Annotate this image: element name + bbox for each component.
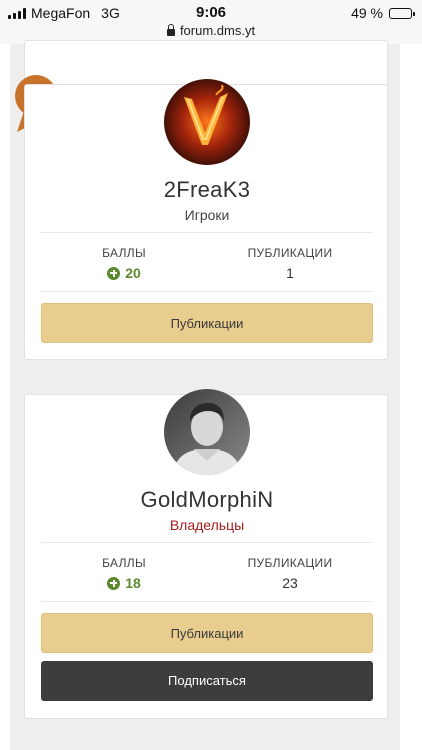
- follow-button[interactable]: Подписаться: [41, 661, 373, 701]
- posts-value: 23: [282, 575, 298, 591]
- posts-value: 1: [286, 265, 294, 281]
- posts-stat: ПУБЛИКАЦИИ 1: [207, 246, 373, 281]
- plus-circle-icon: [107, 266, 121, 280]
- member-group: Игроки: [184, 207, 230, 223]
- avatar[interactable]: [164, 79, 250, 165]
- points-label: БАЛЛЫ: [102, 556, 146, 570]
- divider: [41, 232, 373, 233]
- battery-percent: 49 %: [351, 5, 383, 21]
- posts-label: ПУБЛИКАЦИИ: [247, 556, 333, 570]
- url-text: forum.dms.yt: [179, 23, 256, 38]
- posts-stat: ПУБЛИКАЦИИ 23: [207, 556, 373, 591]
- points-label: БАЛЛЫ: [102, 246, 146, 260]
- address-bar[interactable]: forum.dms.yt: [0, 23, 422, 38]
- member-name[interactable]: 2FreaK3: [25, 177, 389, 203]
- member-card: 2FreaK3 Игроки БАЛЛЫ 20 ПУБЛИКАЦИИ 1 Пуб…: [24, 79, 389, 360]
- points-stat: БАЛЛЫ 18: [41, 556, 207, 593]
- publications-button[interactable]: Публикации: [41, 303, 373, 343]
- status-bar: MegaFon 3G 9:06 forum.dms.yt 49 %: [0, 0, 422, 44]
- scroll-rail: [400, 44, 422, 750]
- member-group: Владельцы: [169, 517, 245, 533]
- divider: [41, 291, 373, 292]
- points-value-wrapper: 18: [107, 575, 141, 591]
- publications-button[interactable]: Публикации: [41, 613, 373, 653]
- battery-info: 49 %: [351, 5, 415, 21]
- points-value: 18: [125, 575, 141, 591]
- divider: [41, 542, 373, 543]
- points-value-wrapper: 20: [107, 265, 141, 281]
- member-card: GoldMorphiN Владельцы БАЛЛЫ 18 ПУБЛИКАЦИ…: [24, 389, 389, 719]
- battery-icon: [389, 7, 415, 19]
- points-value: 20: [125, 265, 141, 281]
- member-name[interactable]: GoldMorphiN: [25, 487, 389, 513]
- lock-icon: [166, 24, 175, 36]
- points-stat: БАЛЛЫ 20: [41, 246, 207, 283]
- posts-label: ПУБЛИКАЦИИ: [247, 246, 333, 260]
- divider: [41, 601, 373, 602]
- page-content: 2FreaK3 Игроки БАЛЛЫ 20 ПУБЛИКАЦИИ 1 Пуб…: [0, 40, 422, 750]
- avatar[interactable]: [164, 389, 250, 475]
- plus-circle-icon: [107, 576, 121, 590]
